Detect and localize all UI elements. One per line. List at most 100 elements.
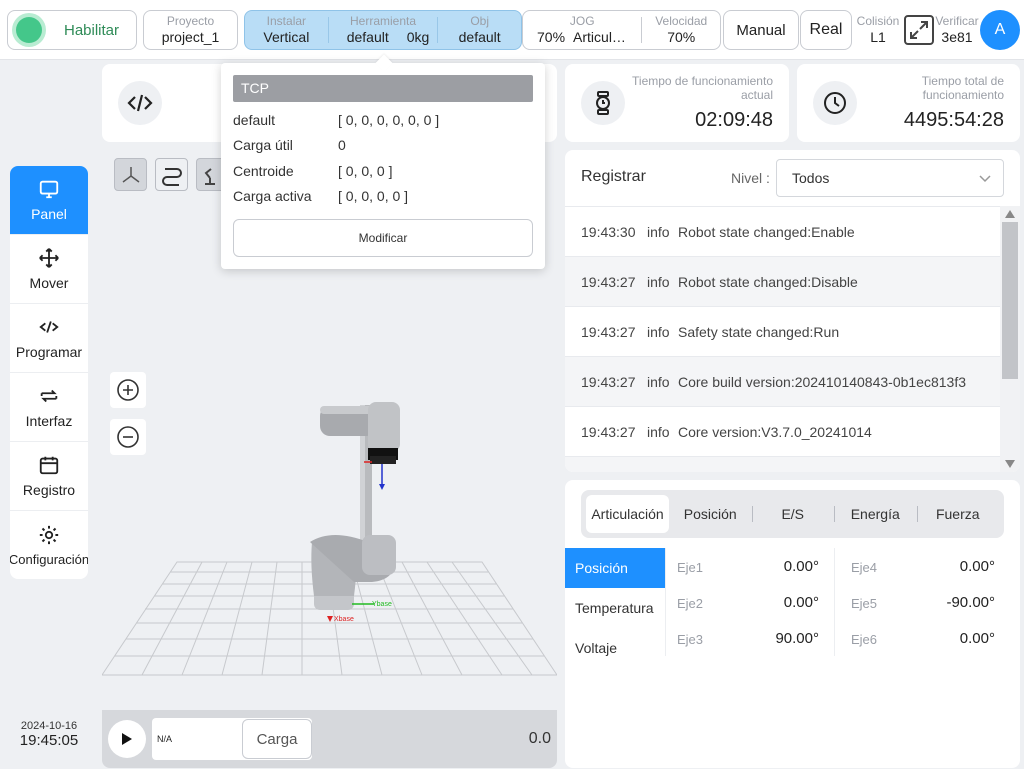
- monitor-icon: [39, 180, 59, 199]
- exchange-icon: [40, 389, 58, 403]
- log-level-label: Nivel :: [731, 170, 770, 186]
- joint-value: 0.00°: [783, 558, 819, 575]
- log-message: Core version:V3.7.0_20241014: [678, 423, 872, 440]
- verify-value: 3e81: [941, 28, 973, 45]
- log-level-value: Todos: [792, 170, 830, 186]
- sidebar-item-settings[interactable]: Configuración: [10, 511, 88, 579]
- log-level: info: [647, 273, 670, 290]
- modify-button[interactable]: Modificar: [233, 219, 533, 257]
- load-button[interactable]: Carga: [242, 719, 312, 759]
- divider: [751, 506, 753, 522]
- log-scrollbar[interactable]: [1000, 206, 1020, 472]
- sidebar-item-label: Mover: [29, 275, 69, 291]
- sidebar-item-program[interactable]: Programar: [10, 304, 88, 373]
- collision-indicator: Colisión L1: [855, 10, 901, 50]
- clock-date: 2024-10-16: [20, 720, 78, 732]
- expand-icon[interactable]: [903, 14, 935, 46]
- joint-column: Eje4 0.00° Eje5 -90.00° Eje6 0.00°: [840, 548, 1010, 656]
- scroll-down-icon[interactable]: [1004, 459, 1016, 469]
- joint-name: Eje6: [851, 632, 878, 647]
- tool-key: Herramienta: [349, 13, 417, 28]
- enable-label: Habilitar: [64, 21, 120, 39]
- install-value: Vertical: [263, 28, 310, 45]
- tab-force[interactable]: Fuerza: [916, 495, 1000, 533]
- log-level-select[interactable]: Todos: [776, 159, 1004, 197]
- tcp-row-value: [ 0, 0, 0, 0 ]: [338, 188, 409, 204]
- scroll-thumb[interactable]: [1002, 222, 1018, 379]
- joint-name: Eje4: [851, 560, 878, 575]
- log-message: Robot state changed:Enable: [678, 223, 855, 240]
- tab-io[interactable]: E/S: [751, 495, 835, 533]
- tcp-row: default [ 0, 0, 0, 0, 0, 0 ]: [233, 112, 533, 132]
- tab-label: Posición: [683, 506, 737, 522]
- status-dot-icon: [16, 17, 42, 43]
- obj-value: default: [458, 28, 501, 45]
- subtab-position[interactable]: Posición: [565, 548, 665, 588]
- tab-position[interactable]: Posición: [669, 495, 752, 533]
- subtab-temperature[interactable]: Temperatura: [565, 588, 665, 628]
- sidebar-item-label: Interfaz: [25, 413, 73, 429]
- log-level: info: [647, 373, 670, 390]
- joint-value: 0.00°: [783, 594, 819, 611]
- uptime-label: Tiempo de funcionamiento actual: [632, 74, 773, 102]
- enable-button[interactable]: Habilitar: [7, 10, 137, 50]
- user-avatar[interactable]: A: [980, 10, 1020, 50]
- install-tool-selector[interactable]: Instalar Vertical Herramienta default 0k…: [244, 10, 522, 50]
- log-row[interactable]: 19:43:27 info Core version:V3.7.0_202410…: [565, 406, 1000, 456]
- sidebar-item-label: Programar: [15, 344, 83, 360]
- joint-value: 90.00°: [775, 630, 819, 647]
- project-value: project_1: [161, 28, 220, 45]
- sidebar-item-panel[interactable]: Panel: [10, 166, 88, 235]
- speed-value: 70%: [667, 28, 696, 45]
- tab-energy[interactable]: Energía: [834, 495, 917, 533]
- move-arrows-icon: [39, 248, 59, 268]
- log-row[interactable]: 19:43:30 info Robot state changed:Enable: [565, 206, 1000, 256]
- joint-name: Eje1: [677, 560, 704, 575]
- manual-button[interactable]: Manual: [723, 10, 799, 50]
- tcp-row-value: 0: [338, 137, 346, 153]
- total-uptime-value: 4495:54:28: [903, 109, 1004, 131]
- divider: [916, 506, 918, 522]
- joint-column: Eje1 0.00° Eje2 0.00° Eje3 90.00°: [665, 548, 835, 656]
- sidebar-item-log[interactable]: Registro: [10, 442, 88, 511]
- log-title: Registrar: [581, 168, 646, 185]
- status-tabs: Articulación Posición E/S Energía Fuerza: [581, 490, 1004, 538]
- tcp-row-key: Carga útil: [233, 137, 293, 153]
- tcp-row-key: Carga activa: [233, 188, 312, 204]
- jog-key: JOG: [569, 13, 595, 28]
- sidebar-item-label: Registro: [22, 482, 76, 498]
- program-field-value: N/A: [157, 734, 173, 744]
- robot-arm: [310, 402, 400, 610]
- log-row[interactable]: 19:43:27 info Core build version:2024101…: [565, 356, 1000, 406]
- joint-status-panel: Articulación Posición E/S Energía Fuerza…: [565, 480, 1020, 768]
- joint-cell: Eje3 90.00°: [666, 620, 834, 656]
- play-button[interactable]: [108, 720, 146, 758]
- tcp-row: Carga útil 0: [233, 137, 533, 157]
- log-time: 19:43:27: [581, 423, 636, 440]
- real-button[interactable]: Real: [800, 10, 852, 50]
- log-message: Safety state changed:Run: [678, 323, 840, 340]
- x-axis-label: Xbase: [334, 616, 354, 623]
- joint-value: -90.00°: [946, 594, 995, 611]
- jog-speed-selector[interactable]: JOG 70% Articul… Velocidad 70%: [522, 10, 721, 50]
- log-row[interactable]: 19:43:27 info Safety state changed:Run: [565, 306, 1000, 356]
- play-icon: [122, 733, 132, 745]
- project-selector[interactable]: Proyecto project_1: [143, 10, 238, 50]
- calendar-icon: [39, 456, 59, 475]
- log-row[interactable]: 19:43:27 info Robot state changed:Disabl…: [565, 256, 1000, 306]
- tcp-row-value: [ 0, 0, 0, 0, 0, 0 ]: [338, 112, 440, 128]
- speed-key: Velocidad: [655, 13, 708, 28]
- log-level: info: [647, 423, 670, 440]
- sidebar-item-label: Panel: [31, 206, 67, 222]
- sidebar-nav: Panel Mover Programar Interfaz Registro …: [10, 166, 88, 579]
- tool-value: default: [346, 28, 389, 45]
- scroll-up-icon[interactable]: [1004, 209, 1016, 219]
- project-key: Proyecto: [166, 13, 215, 28]
- sidebar-item-interface[interactable]: Interfaz: [10, 373, 88, 442]
- log-row[interactable]: [565, 456, 1000, 472]
- subtab-voltage[interactable]: Voltaje: [565, 628, 665, 668]
- tab-articulation[interactable]: Articulación: [586, 495, 669, 533]
- install-key: Instalar: [266, 13, 307, 28]
- sidebar-item-move[interactable]: Mover: [10, 235, 88, 304]
- clock-time: 19:45:05: [19, 732, 79, 749]
